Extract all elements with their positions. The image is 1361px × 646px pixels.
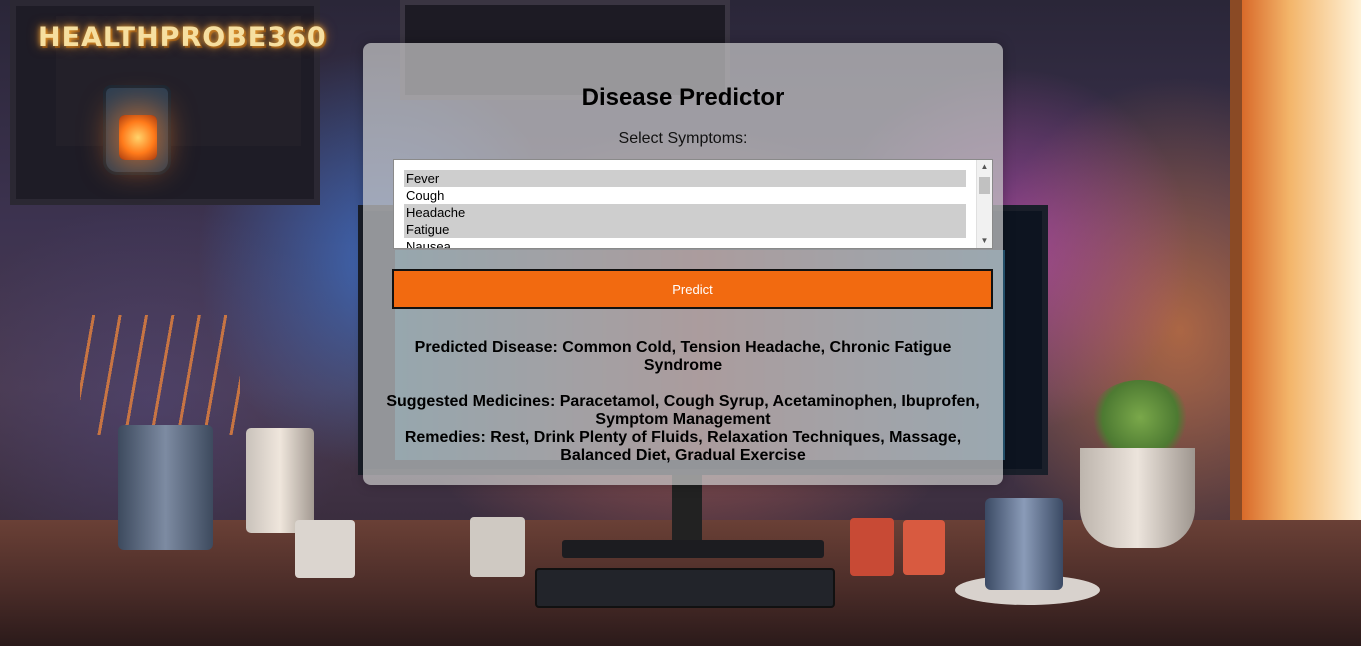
- symptom-option-nausea[interactable]: Nausea: [404, 238, 966, 248]
- cup-image: [470, 517, 525, 577]
- monitor-stand: [672, 475, 702, 545]
- page-title: Disease Predictor: [581, 84, 785, 111]
- predicted-disease-text: Predicted Disease: Common Cold, Tension …: [414, 339, 952, 374]
- symptom-option-cough[interactable]: Cough: [404, 187, 966, 204]
- symptom-option-fatigue[interactable]: Fatigue: [404, 221, 966, 238]
- symptom-option-headache[interactable]: Headache: [404, 204, 966, 221]
- plant-pot-image: [1080, 448, 1195, 548]
- pencup-image: [246, 428, 314, 533]
- site-logo[interactable]: HEALTHPROBE360: [38, 22, 327, 53]
- scrollbar-thumb[interactable]: [979, 177, 990, 194]
- remedies-text: Remedies: Rest, Drink Plenty of Fluids, …: [404, 429, 962, 464]
- cup-image: [850, 518, 894, 576]
- pencils-image: [80, 315, 240, 435]
- symptoms-listbox[interactable]: Fever Cough Headache Fatigue Nausea ▲ ▼: [393, 159, 993, 249]
- symptoms-label: Select Symptoms:: [618, 130, 748, 147]
- symptom-option-fever[interactable]: Fever: [404, 170, 966, 187]
- cup-image: [295, 520, 355, 578]
- predictor-panel: Disease Predictor Select Symptoms: Fever…: [363, 43, 1003, 485]
- cup-image: [903, 520, 945, 575]
- mug-right-image: [985, 498, 1063, 590]
- predict-button[interactable]: Predict: [392, 269, 993, 309]
- monitor-stand-base: [562, 540, 824, 558]
- keyboard-image: [535, 568, 835, 608]
- plant-image: [1090, 380, 1190, 455]
- listbox-scrollbar[interactable]: ▲ ▼: [976, 160, 992, 248]
- suggested-medicines-text: Suggested Medicines: Paracetamol, Cough …: [386, 393, 980, 428]
- lamp-glow: [119, 115, 157, 160]
- scroll-up-arrow-icon[interactable]: ▲: [977, 160, 992, 174]
- window-image: [1230, 0, 1361, 570]
- scroll-down-arrow-icon[interactable]: ▼: [977, 234, 992, 248]
- mug-left-image: [118, 425, 213, 550]
